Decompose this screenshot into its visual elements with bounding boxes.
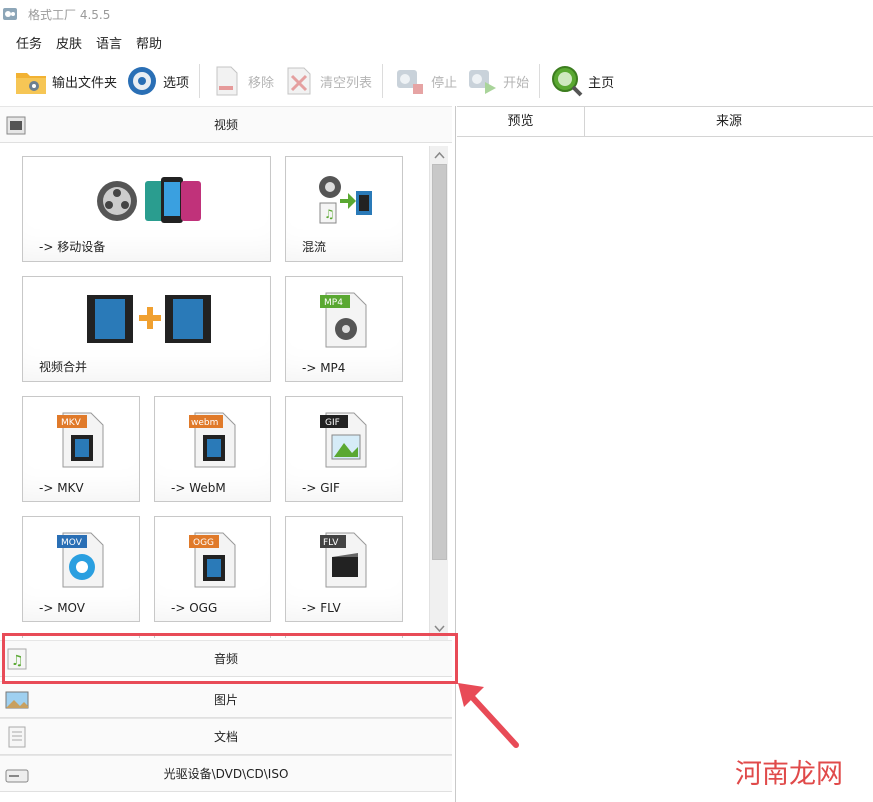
home-button[interactable]: 主页 <box>546 61 618 101</box>
tile-flv[interactable]: FLV -> FLV <box>285 516 403 622</box>
clear-list-button[interactable]: 清空列表 <box>278 61 376 101</box>
video-merge-icon <box>87 295 211 343</box>
toolbar-separator <box>539 64 541 98</box>
menu-bar: 任务 皮肤 语言 帮助 <box>0 30 873 54</box>
tile-label: -> MP4 <box>302 361 346 375</box>
category-image-label: 图片 <box>213 693 238 707</box>
tile-webm[interactable]: webm -> WebM <box>154 396 271 502</box>
tile-label: 混流 <box>302 240 327 254</box>
remove-button[interactable]: 移除 <box>206 61 278 101</box>
category-video-label: 视频 <box>213 118 238 132</box>
home-label: 主页 <box>588 75 615 91</box>
globe-magnifier-icon <box>552 66 583 97</box>
options-button[interactable]: 选项 <box>121 61 193 101</box>
annotation-arrow-icon <box>458 683 519 748</box>
mp4-badge: MP4 <box>324 298 343 308</box>
clear-list-icon <box>287 67 311 95</box>
gif-file-icon: GIF <box>320 412 367 468</box>
mux-icon: ♫ <box>319 176 372 224</box>
title-bar: 格式工厂 4.5.5 <box>0 0 873 28</box>
ogg-file-icon: OGG <box>189 532 236 588</box>
start-icon <box>469 70 497 94</box>
category-image-header[interactable]: 图片 <box>0 681 452 718</box>
gif-badge: GIF <box>325 418 340 428</box>
stop-button[interactable]: 停止 <box>389 61 461 101</box>
mov-badge: MOV <box>61 538 83 548</box>
category-rom-label: 光驱设备\DVD\CD\ISO <box>163 767 289 781</box>
tile-label: -> MKV <box>39 481 84 495</box>
tile-label: -> OGG <box>171 601 218 615</box>
tile-label: -> 移动设备 <box>39 240 106 254</box>
video-tools-grid: -> 移动设备 ♫ 混流 视频合并 MP4 -> MP4 MKV -> MKV … <box>0 144 452 638</box>
clear-list-label: 清空列表 <box>320 75 373 91</box>
film-reel-phones-icon <box>97 177 201 223</box>
column-source[interactable]: 来源 <box>585 107 873 136</box>
remove-file-icon <box>216 66 238 96</box>
svg-text:♫: ♫ <box>324 207 335 221</box>
gear-icon <box>128 67 157 95</box>
options-label: 选项 <box>163 75 190 91</box>
tile-mp4[interactable]: MP4 -> MP4 <box>285 276 403 382</box>
mov-file-icon: MOV <box>57 532 104 588</box>
category-document-header[interactable]: 文档 <box>0 718 452 755</box>
tile-mov[interactable]: MOV -> MOV <box>22 516 140 622</box>
toolbar-separator <box>199 64 201 98</box>
menu-language[interactable]: 语言 <box>96 33 122 52</box>
video-scrollbar[interactable] <box>429 146 448 640</box>
stop-icon <box>397 70 424 94</box>
mp4-file-icon: MP4 <box>320 292 367 348</box>
start-button[interactable]: 开始 <box>461 61 533 101</box>
tile-label: -> GIF <box>302 481 340 495</box>
task-list-header: 预览 来源 <box>457 106 873 137</box>
webm-file-icon: webm <box>189 412 236 468</box>
column-preview[interactable]: 预览 <box>457 107 585 136</box>
tile-mkv[interactable]: MKV -> MKV <box>22 396 140 502</box>
menu-help[interactable]: 帮助 <box>136 33 162 52</box>
app-logo-icon <box>3 8 17 20</box>
window-title: 格式工厂 4.5.5 <box>28 7 111 22</box>
toolbar: 输出文件夹 选项 移除 清空列表 停止 开始 主页 <box>0 58 873 104</box>
tile-mux[interactable]: ♫ 混流 <box>285 156 403 262</box>
tile-video-merge[interactable]: 视频合并 <box>22 276 271 382</box>
tile-gif[interactable]: GIF -> GIF <box>285 396 403 502</box>
webm-badge: webm <box>191 418 218 428</box>
folder-icon <box>16 73 46 94</box>
tile-label: -> FLV <box>302 601 341 615</box>
category-video-header[interactable]: 视频 <box>0 106 452 143</box>
mkv-file-icon: MKV <box>57 412 104 468</box>
flv-file-icon: FLV <box>320 532 367 588</box>
mkv-badge: MKV <box>61 418 82 428</box>
stop-label: 停止 <box>431 75 458 91</box>
category-document-label: 文档 <box>213 730 238 744</box>
ogg-badge: OGG <box>193 538 214 548</box>
menu-task[interactable]: 任务 <box>16 33 42 52</box>
toolbar-separator <box>382 64 384 98</box>
menu-skin[interactable]: 皮肤 <box>56 33 82 52</box>
output-folder-button[interactable]: 输出文件夹 <box>10 61 121 101</box>
watermark-text: 河南龙网 <box>735 759 843 790</box>
category-rom-header[interactable]: 光驱设备\DVD\CD\ISO <box>0 755 452 792</box>
scroll-up-icon[interactable] <box>432 148 447 163</box>
flv-badge: FLV <box>323 538 339 548</box>
tile-label: -> MOV <box>39 601 85 615</box>
audio-highlight-box <box>2 633 458 684</box>
tile-mobile-device[interactable]: -> 移动设备 <box>22 156 271 262</box>
tile-label: -> WebM <box>171 481 226 495</box>
category-panel: 视频 -> 移动设备 ♫ 混流 视频合并 MP4 -> MP4 MKV -> M… <box>0 106 456 802</box>
scroll-thumb[interactable] <box>432 164 447 560</box>
start-label: 开始 <box>503 75 530 91</box>
output-folder-label: 输出文件夹 <box>52 75 118 91</box>
tile-ogg[interactable]: OGG -> OGG <box>154 516 271 622</box>
tile-label: 视频合并 <box>39 360 88 374</box>
remove-label: 移除 <box>248 75 275 91</box>
